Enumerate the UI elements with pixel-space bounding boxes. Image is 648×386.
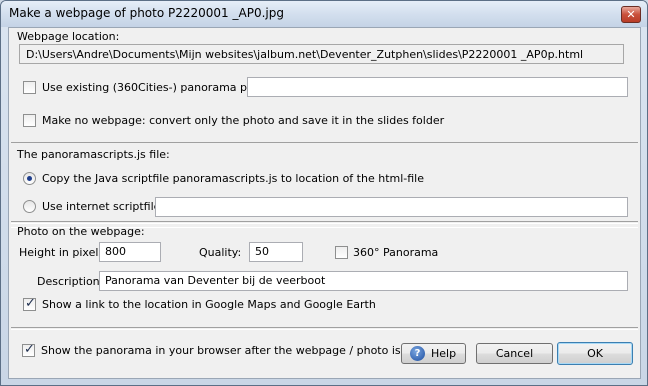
no-webpage-label: Make no webpage: convert only the photo …: [42, 114, 445, 127]
panorama-360-label: 360° Panorama: [353, 246, 439, 259]
maps-link-checkbox[interactable]: [23, 296, 36, 311]
script-group-label: The panoramascripts.js file:: [17, 148, 170, 161]
dialog-window: Make a webpage of photo P2220001 _AP0.jp…: [0, 0, 648, 386]
close-icon: ✕: [626, 8, 636, 21]
height-label: Height in pixels:: [19, 246, 108, 259]
internet-script-input[interactable]: [155, 197, 628, 217]
webpage-location-label: Webpage location:: [17, 30, 120, 43]
height-input[interactable]: 800: [99, 242, 161, 262]
photo-group-label: Photo on the webpage:: [17, 225, 145, 238]
copy-script-radio[interactable]: [23, 172, 36, 185]
copy-script-label: Copy the Java scriptfile panoramascripts…: [42, 172, 424, 185]
close-button[interactable]: ✕: [621, 6, 641, 23]
show-browser-label: Show the panorama in your browser after …: [41, 344, 436, 357]
no-webpage-checkbox[interactable]: [23, 114, 36, 127]
help-button[interactable]: ? Help: [401, 343, 466, 364]
description-input[interactable]: Panorama van Deventer bij de veerboot: [99, 271, 628, 291]
use-existing-label: Use existing (360Cities-) panorama page:: [42, 81, 272, 94]
title-bar: Make a webpage of photo P2220001 _AP0.jp…: [1, 1, 647, 27]
window-title: Make a webpage of photo P2220001 _AP0.jp…: [9, 6, 284, 20]
internet-script-radio[interactable]: [23, 200, 36, 213]
webpage-path-field: D:\Users\Andre\Documents\Mijn websites\j…: [19, 44, 624, 64]
dialog-body: Webpage location: D:\Users\Andre\Documen…: [8, 27, 641, 379]
quality-label: Quality:: [199, 246, 242, 259]
panorama-360-checkbox[interactable]: [335, 246, 348, 259]
description-label: Description:: [37, 275, 104, 288]
cancel-button[interactable]: Cancel: [476, 343, 553, 364]
show-browser-checkbox[interactable]: [22, 342, 35, 357]
photo-group-divider: [11, 221, 638, 224]
internet-script-label: Use internet scriptfile:: [42, 200, 165, 213]
maps-link-label: Show a link to the location in Google Ma…: [42, 298, 376, 311]
quality-input[interactable]: 50: [249, 242, 303, 262]
use-existing-checkbox[interactable]: [23, 81, 36, 94]
ok-button[interactable]: OK: [557, 342, 633, 365]
existing-page-input[interactable]: [247, 77, 628, 97]
help-icon: ?: [410, 346, 425, 361]
footer-divider: [11, 327, 638, 330]
